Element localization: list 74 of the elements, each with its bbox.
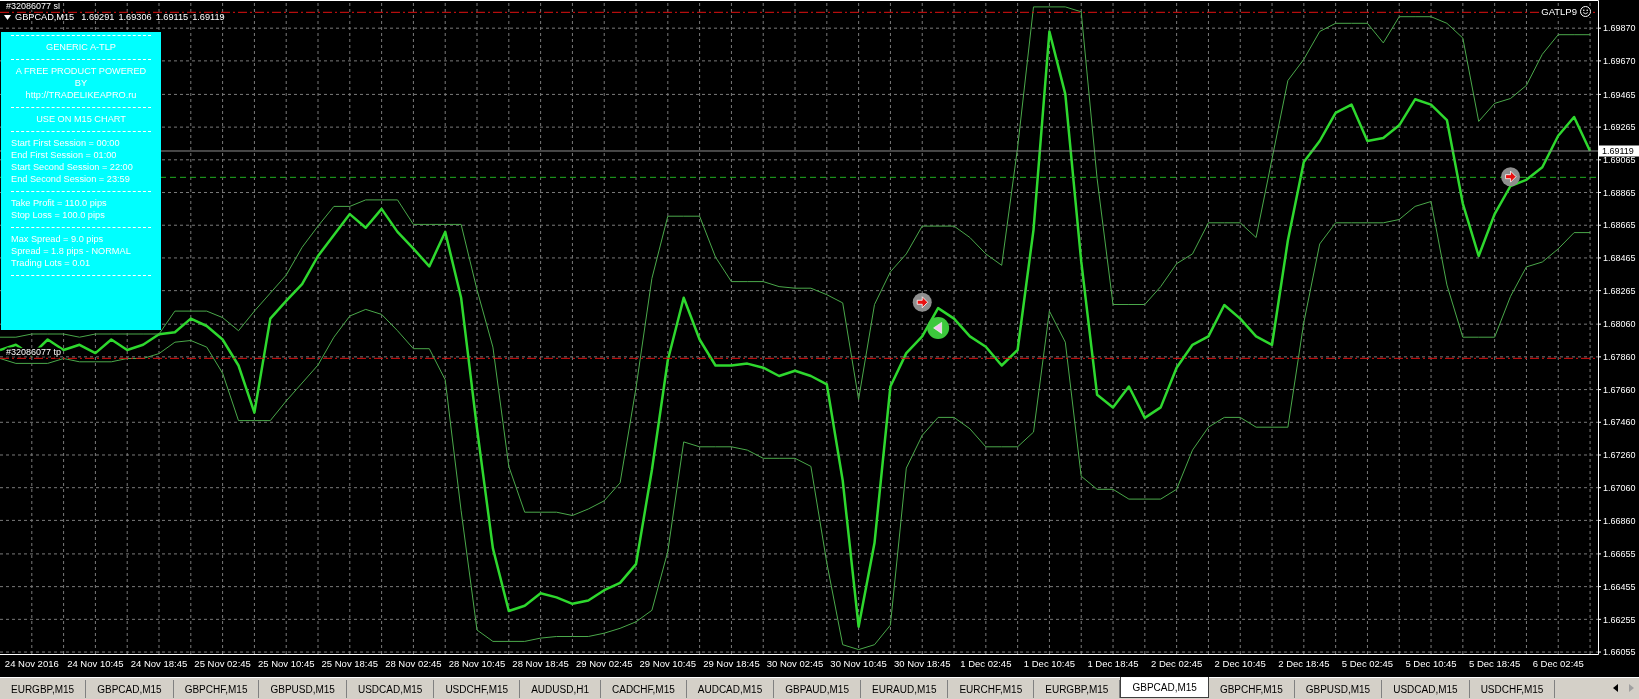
expert-name: GATLP9: [1541, 6, 1577, 17]
price-axis-label: 1.68265: [1603, 285, 1636, 296]
price-axis-label: 1.69265: [1603, 122, 1636, 133]
price-axis-label: 1.68865: [1603, 187, 1636, 198]
time-axis-label: 25 Nov 10:45: [257, 658, 315, 669]
triangle-marker-icon: [927, 316, 950, 339]
time-axis-label: 5 Dec 02:45: [1341, 658, 1394, 669]
panel-heading: BY: [73, 77, 89, 89]
time-axis-label: 28 Nov 18:45: [512, 658, 569, 669]
price-axis-label: 1.69065: [1603, 155, 1636, 165]
price-axis-label: 1.67260: [1603, 450, 1636, 461]
arrow-marker-icon: [912, 292, 932, 312]
time-axis-label: 1 Dec 18:45: [1087, 658, 1139, 669]
panel-heading: http://TRADELIKEAPRO.ru: [24, 89, 138, 101]
setting-text: Spread = 1.8 pips - NORMAL: [11, 245, 132, 257]
time-axis-label: 2 Dec 18:45: [1278, 658, 1330, 669]
price-axis-label: 1.67860: [1603, 352, 1636, 363]
price-axis-label: 1.69870: [1603, 23, 1636, 34]
time-axis-label: 24 Nov 18:45: [130, 658, 188, 669]
time-axis-label: 29 Nov 10:45: [639, 658, 697, 669]
time-axis-label: 24 Nov 10:45: [67, 658, 124, 669]
quote-value: 1.69306: [118, 12, 152, 23]
right-triangle-icon: [1628, 684, 1634, 692]
quote-value: 1.69119: [192, 12, 225, 23]
setting-text: Take Profit = 110.0 pips: [11, 197, 108, 209]
time-axis-label: 1 Dec 02:45: [960, 658, 1012, 669]
price-axis-label: 1.66255: [1603, 614, 1636, 625]
price-axis-label: 1.68665: [1603, 220, 1636, 231]
setting-text: End Second Session = 23:59: [11, 173, 131, 185]
price-axis-label: 1.67660: [1603, 384, 1636, 395]
order-label: #32086077 sl: [6, 3, 61, 12]
price-axis-label: 1.66055: [1603, 647, 1636, 658]
time-axis-label: 25 Nov 18:45: [321, 658, 379, 669]
setting-text: Max Spread = 9.0 pips: [11, 233, 105, 245]
quote-value: 1.69115: [155, 12, 189, 23]
time-axis-label: 2 Dec 02:45: [1151, 658, 1203, 669]
setting-text: End First Session = 01:00: [11, 149, 118, 161]
time-axis-label: 1 Dec 10:45: [1023, 658, 1076, 669]
time-axis-label: 24 Nov 2016: [4, 658, 59, 669]
time-axis-label: 2 Dec 10:45: [1214, 658, 1266, 669]
setting-text: Trading Lots = 0.01: [11, 257, 92, 269]
price-axis-label: 1.66455: [1603, 581, 1636, 592]
price-axis-label: 1.69670: [1603, 56, 1636, 67]
chart-tab[interactable]: GBPCAD,M15: [1120, 677, 1209, 698]
price-axis-label: 1.69465: [1603, 89, 1636, 100]
panel-heading: GENERIC A-TLP: [45, 41, 117, 53]
left-triangle-icon: [1612, 684, 1618, 692]
quote-value: 1.69291: [81, 12, 115, 23]
time-axis-label: 5 Dec 18:45: [1469, 658, 1521, 669]
arrow-marker-icon: [1501, 167, 1521, 187]
time-axis-label: 28 Nov 02:45: [385, 658, 442, 669]
price-axis-label: 1.66860: [1603, 515, 1636, 526]
price-axis-label: 1.66655: [1603, 549, 1636, 560]
price-axis-label: 1.67060: [1603, 482, 1636, 493]
time-axis-label: 30 Nov 18:45: [893, 658, 951, 669]
time-axis-label: 6 Dec 02:45: [1532, 658, 1584, 669]
panel-heading: A FREE PRODUCT POWERED: [14, 65, 148, 77]
time-axis-label: 5 Dec 10:45: [1405, 658, 1457, 669]
current-price-tag: 1.69119: [1599, 145, 1639, 157]
price-axis-label: 1.68465: [1603, 253, 1636, 264]
panel-heading: USE ON M15 CHART: [35, 113, 127, 125]
price-axis-label: 1.68060: [1603, 319, 1636, 330]
price-axis-label: 1.67460: [1603, 417, 1636, 428]
time-axis-label: 25 Nov 02:45: [194, 658, 251, 669]
setting-text: Start First Session = 00:00: [11, 137, 121, 149]
time-axis-label: 30 Nov 10:45: [830, 658, 887, 669]
time-axis-label: 30 Nov 02:45: [766, 658, 824, 669]
down-triangle-icon[interactable]: [4, 15, 11, 20]
symbol-label: GBPCAD,M15: [15, 12, 75, 23]
time-axis-label: 29 Nov 18:45: [703, 658, 760, 669]
setting-text: Stop Loss = 100.0 pips: [11, 209, 106, 221]
setting-text: Start Second Session = 22:00: [11, 161, 134, 173]
time-axis-label: 29 Nov 02:45: [575, 658, 633, 669]
time-axis-label: 28 Nov 10:45: [448, 658, 506, 669]
